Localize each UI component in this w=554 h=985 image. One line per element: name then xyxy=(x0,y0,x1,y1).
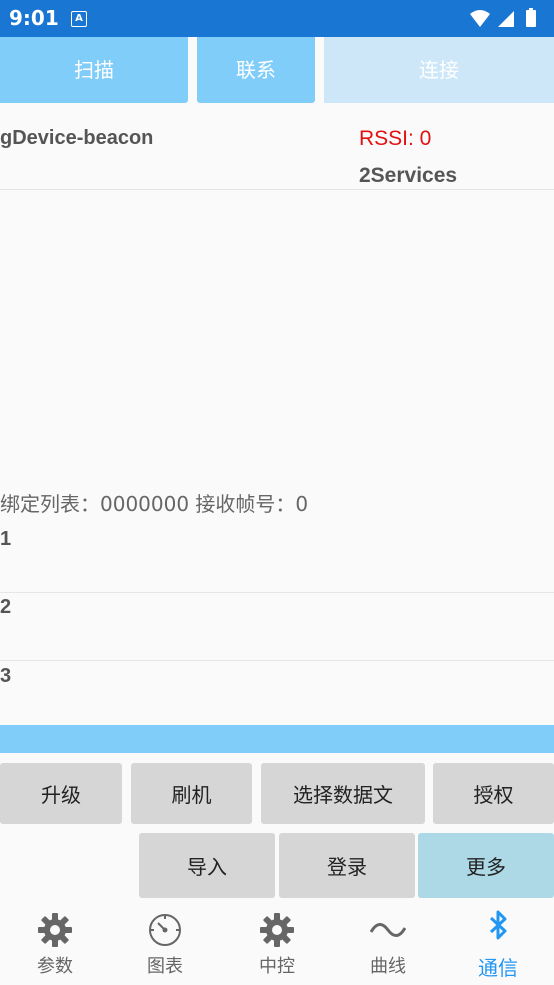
authorize-button[interactable]: 授权 xyxy=(433,763,554,824)
login-button[interactable]: 登录 xyxy=(279,833,415,898)
list-item[interactable]: 1 xyxy=(0,524,554,593)
signal-icon xyxy=(498,11,514,27)
status-bar: 9:01 A xyxy=(0,0,554,37)
nav-tab-label: 参数 xyxy=(37,956,73,977)
nav-tab-label: 通信 xyxy=(478,956,518,980)
list-item-number: 3 xyxy=(0,665,12,687)
upgrade-button[interactable]: 升级 xyxy=(0,763,122,824)
status-icons xyxy=(468,8,544,30)
device-services: 2Services xyxy=(359,164,458,187)
device-rssi: RSSI: 0 xyxy=(359,127,432,150)
list-item-number: 1 xyxy=(0,528,12,550)
bottom-navigation: 参数 图表 中控 曲线 通信 xyxy=(0,900,554,985)
list-item[interactable]: 2 xyxy=(0,592,554,661)
nav-tab-label: 曲线 xyxy=(370,956,406,977)
nav-tab-charts[interactable]: 图表 xyxy=(110,900,220,985)
device-name: gDevice-beacon xyxy=(0,127,154,149)
import-button[interactable]: 导入 xyxy=(139,833,275,898)
scan-button[interactable]: 扫描 xyxy=(0,37,188,103)
connect-button[interactable]: 连接 xyxy=(324,37,554,103)
nav-tab-label: 中控 xyxy=(259,956,295,977)
nav-tab-params[interactable]: 参数 xyxy=(0,900,110,985)
notification-a-icon: A xyxy=(71,11,87,27)
flash-button[interactable]: 刷机 xyxy=(131,763,252,824)
nav-tab-label: 图表 xyxy=(147,956,183,977)
battery-icon xyxy=(526,10,536,27)
nav-tab-curves[interactable]: 曲线 xyxy=(333,900,443,985)
list-item-number: 2 xyxy=(0,596,12,618)
nav-tab-central-control[interactable]: 中控 xyxy=(222,900,332,985)
contact-button[interactable]: 联系 xyxy=(197,37,315,103)
device-list-item[interactable]: gDevice-beacon RSSI: 0 2Services xyxy=(0,103,554,190)
progress-bar xyxy=(0,725,554,753)
nav-tab-communication[interactable]: 通信 xyxy=(443,900,553,985)
wifi-icon xyxy=(470,10,490,27)
status-time: 9:01 xyxy=(9,6,59,30)
wave-icon xyxy=(370,923,406,937)
select-data-file-button[interactable]: 选择数据文 xyxy=(261,763,425,824)
bind-info-text: 绑定列表：0000000 接收帧号：0 xyxy=(0,492,309,516)
list-item[interactable]: 3 xyxy=(0,661,554,729)
gear-icon xyxy=(260,913,294,947)
more-button[interactable]: 更多 xyxy=(418,833,554,898)
bluetooth-icon xyxy=(489,910,507,940)
gear-icon xyxy=(38,913,72,947)
progress-fill xyxy=(0,725,554,753)
gauge-icon xyxy=(149,914,181,946)
